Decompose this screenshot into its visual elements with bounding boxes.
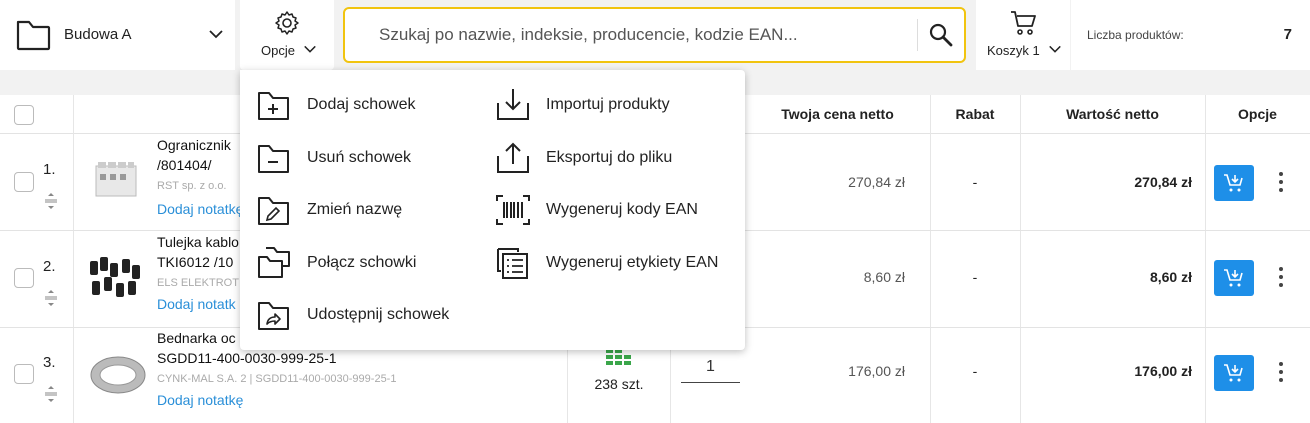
row-checkbox[interactable] xyxy=(14,364,34,384)
more-options-icon[interactable] xyxy=(1276,361,1286,383)
header-options: Opcje xyxy=(1238,106,1277,122)
folder-minus-icon xyxy=(258,145,289,173)
row-number: 2. xyxy=(43,258,56,275)
menu-item-label: Wygeneruj etykiety EAN xyxy=(546,254,719,271)
product-name: Tulejka kablo xyxy=(157,234,239,250)
product-manufacturer: ELS ELEKTROT xyxy=(157,277,239,289)
drag-handle-icon[interactable] xyxy=(44,385,58,403)
chevron-down-icon xyxy=(209,30,223,39)
cart-plus-icon xyxy=(1224,269,1243,287)
product-count: Liczba produktów: 7 xyxy=(1071,0,1310,70)
header-value: Wartość netto xyxy=(1066,106,1159,122)
cart-icon xyxy=(1011,11,1036,35)
menu-item-label: Usuń schowek xyxy=(307,149,412,166)
menu-item-label: Eksportuj do pliku xyxy=(546,149,673,166)
add-to-cart-button[interactable] xyxy=(1214,260,1254,296)
row-number: 3. xyxy=(43,354,56,371)
cart-plus-icon xyxy=(1224,364,1243,382)
unit-price: 176,00 zł xyxy=(848,363,905,379)
header-price: Twoja cena netto xyxy=(781,106,894,122)
drag-handle-icon[interactable] xyxy=(44,289,58,307)
gear-icon xyxy=(275,11,299,35)
net-value: 176,00 zł xyxy=(1134,363,1192,379)
net-value: 270,84 zł xyxy=(1134,174,1192,190)
menu-item-label: Udostępnij schowek xyxy=(307,306,450,323)
clipboard-selector[interactable]: Budowa A xyxy=(0,0,235,70)
more-options-icon[interactable] xyxy=(1276,171,1286,193)
options-label: Opcje xyxy=(261,43,295,58)
add-note-link[interactable]: Dodaj notatkę xyxy=(157,201,243,217)
cart-selector[interactable]: Koszyk 1 xyxy=(976,0,1070,70)
header-discount: Rabat xyxy=(955,106,995,122)
more-options-icon[interactable] xyxy=(1276,266,1286,288)
drag-handle-icon[interactable] xyxy=(44,192,58,210)
chevron-down-icon xyxy=(304,45,316,53)
search-input[interactable] xyxy=(359,19,899,51)
folder-plus-icon xyxy=(258,92,289,120)
folder-edit-icon xyxy=(258,197,289,225)
menu-item-label: Zmień nazwę xyxy=(307,201,403,218)
net-value: 8,60 zł xyxy=(1149,269,1192,285)
row-checkbox[interactable] xyxy=(14,172,34,192)
add-to-cart-button[interactable] xyxy=(1214,165,1254,201)
cart-plus-icon xyxy=(1224,174,1243,192)
product-manufacturer: CYNK-MAL S.A. 2 | SGDD11-400-0030-999-25… xyxy=(157,373,397,385)
cart-label: Koszyk 1 xyxy=(987,43,1040,58)
select-all-checkbox[interactable] xyxy=(14,105,34,125)
barcode-icon xyxy=(496,195,530,225)
unit-price: 270,84 zł xyxy=(848,174,905,190)
menu-item-label: Importuj produkty xyxy=(546,96,670,113)
folder-icon xyxy=(16,20,51,51)
row-number: 1. xyxy=(43,161,56,178)
chevron-down-icon xyxy=(1049,45,1061,53)
discount: - xyxy=(972,363,978,379)
export-icon xyxy=(497,142,529,173)
product-image xyxy=(95,162,137,197)
top-bar: Budowa A Opcje Koszyk 1 Liczba produktów… xyxy=(0,0,1310,70)
search-divider xyxy=(917,19,918,51)
label-list-icon xyxy=(497,248,528,279)
add-to-cart-button[interactable] xyxy=(1214,355,1254,391)
add-note-link[interactable]: Dodaj notatkę xyxy=(157,392,243,408)
product-image xyxy=(90,257,140,297)
clipboard-name: Budowa A xyxy=(64,26,132,43)
discount: - xyxy=(972,269,978,285)
product-count-value: 7 xyxy=(1283,26,1292,43)
menu-item-label: Połącz schowki xyxy=(307,254,417,271)
stock-availability-icon xyxy=(606,349,631,365)
product-image xyxy=(90,356,146,394)
product-code: /801404/ xyxy=(157,157,212,173)
menu-item-label: Dodaj schowek xyxy=(307,96,416,113)
stock-quantity: 238 szt. xyxy=(594,376,644,392)
search-box xyxy=(343,7,966,63)
discount: - xyxy=(972,174,978,190)
product-code: TKI6012 /10 xyxy=(157,254,234,270)
unit-price: 8,60 zł xyxy=(863,269,905,285)
folder-share-icon xyxy=(258,302,289,330)
options-menu: Dodaj schowek Usuń schowek Zmień nazwę P… xyxy=(240,70,745,350)
search-icon[interactable] xyxy=(928,22,954,48)
options-button[interactable]: Opcje xyxy=(240,0,334,70)
product-code: SGDD11-400-0030-999-25-1 xyxy=(157,350,337,366)
import-icon xyxy=(497,89,529,120)
product-name: Bednarka oc xyxy=(157,330,236,346)
add-note-link[interactable]: Dodaj notatk xyxy=(157,296,236,312)
folders-merge-icon xyxy=(258,247,290,278)
menu-item-label: Wygeneruj kody EAN xyxy=(546,201,698,218)
product-manufacturer: RST sp. z o.o. xyxy=(157,180,227,192)
product-name: Ogranicznik xyxy=(157,137,231,153)
row-checkbox[interactable] xyxy=(14,268,34,288)
product-count-label: Liczba produktów: xyxy=(1087,28,1184,42)
